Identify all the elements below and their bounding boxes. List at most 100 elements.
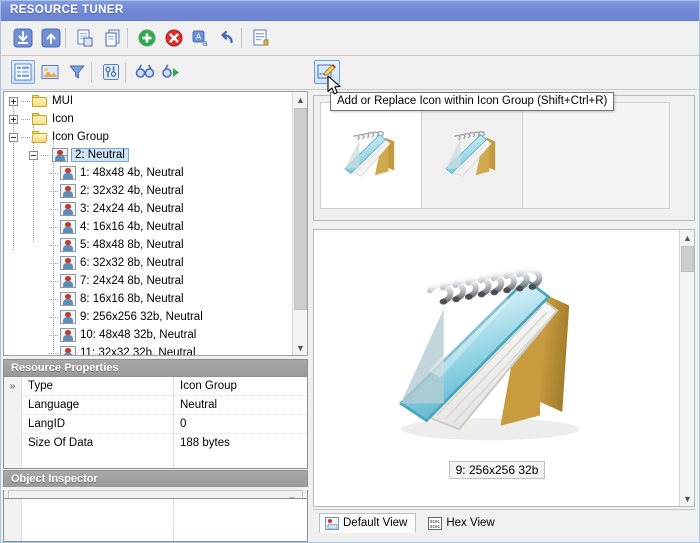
property-key: Size Of Data [22,434,174,453]
icon-item-icon [60,346,76,355]
expander-minus-icon[interactable] [29,150,38,160]
duplicate-resource-icon[interactable] [101,26,125,50]
tree-connector [49,190,58,192]
tree-node-icon-item[interactable]: 2: 32x32 4b, Neutral [4,182,293,200]
property-key: Language [22,395,174,415]
find-icon[interactable] [133,60,157,84]
row-marker [4,434,22,453]
property-row[interactable]: Language Neutral [4,395,307,415]
app-title: RESOURCE TUNER [10,4,124,16]
tree-node-icon-item[interactable]: 4: 16x16 4b, Neutral [4,218,293,236]
tree-node-label: Icon [52,113,74,125]
property-key: Type [22,377,174,396]
tab-default-view[interactable]: Default View [319,513,417,533]
tree-node-mui[interactable]: MUI [4,92,293,110]
tree-connector [21,100,30,102]
list-view-icon[interactable] [11,60,35,84]
property-value: Icon Group [180,379,237,392]
translate-resource-icon[interactable]: A a [189,26,213,50]
expander-minus-icon[interactable] [9,132,18,142]
tree-node-icon-item[interactable]: 8: 16x16 8b, Neutral [4,290,293,308]
grid-value-column [174,499,307,541]
property-row[interactable]: » Type Icon Group [4,377,307,396]
tree-connector [41,154,50,156]
tab-label: Hex View [446,517,495,529]
tree-node-label: 4: 16x16 4b, Neutral [80,221,184,233]
resource-tree[interactable]: MUI Icon Icon Group 2: Neutral 1: 48x48 … [4,92,293,355]
icon-item-icon [60,220,76,234]
scroll-up-icon[interactable]: ▲ [293,92,307,107]
resource-properties-grid[interactable]: » Type Icon Group Language Neutral LangI… [3,376,308,469]
tree-node-label: 8: 16x16 8b, Neutral [80,293,184,305]
row-marker [4,414,22,434]
filter-icon[interactable] [65,60,89,84]
icon-item-icon [60,274,76,288]
grid-key-column [22,499,174,541]
icon-preview-panel[interactable]: 9: 256x256 32b ▲ ▼ [313,229,695,507]
image-view-icon[interactable] [38,60,62,84]
scroll-down-icon[interactable]: ▼ [680,491,694,506]
tree-node-icon-group[interactable]: Icon Group [4,128,293,146]
property-row[interactable]: Size Of Data 188 bytes [4,434,307,453]
add-replace-icon-button[interactable] [314,60,340,84]
save-up-icon[interactable] [39,26,63,50]
options-icon[interactable] [99,60,123,84]
scroll-down-icon[interactable]: ▼ [293,340,307,355]
resource-properties-panel: Resource Properties » Type Icon Group La… [3,359,308,469]
tree-node-icon-item[interactable]: 3: 24x24 4b, Neutral [4,200,293,218]
object-inspector-grid[interactable] [3,498,308,542]
scrollbar-thumb[interactable] [681,246,694,272]
tree-connector [49,172,58,174]
resource-report-icon[interactable] [249,26,273,50]
tree-node-2-neutral[interactable]: 2: Neutral [4,146,293,164]
property-row[interactable]: LangID 0 [4,414,307,434]
undo-icon[interactable] [215,26,239,50]
resource-tree-panel[interactable]: MUI Icon Icon Group 2: Neutral 1: 48x48 … [3,91,308,356]
tree-node-label: 3: 24x24 4b, Neutral [80,203,184,215]
find-next-icon[interactable] [159,60,183,84]
resource-tuner-window: RESOURCE TUNER A a MUI Icon Icon Group 2… [0,0,700,543]
open-save-down-icon[interactable] [11,26,35,50]
secondary-toolbar [1,56,699,90]
tree-node-label: 5: 48x48 8b, Neutral [80,239,184,251]
tree-node-icon-item[interactable]: 1: 48x48 4b, Neutral [4,164,293,182]
svg-text:A: A [196,33,202,42]
thumbnail-list[interactable] [320,102,670,209]
expander-plus-icon[interactable] [9,114,18,124]
tree-vertical-scrollbar[interactable]: ▲ ▼ [292,92,307,355]
tree-node-icon-item[interactable]: 5: 48x48 8b, Neutral [4,236,293,254]
tree-connector [49,226,58,228]
tree-node-icon-item[interactable]: 6: 32x32 8b, Neutral [4,254,293,272]
property-value: 188 bytes [180,437,230,449]
add-resource-icon[interactable] [135,26,159,50]
delete-resource-icon[interactable] [162,26,186,50]
tree-connector [49,280,58,282]
svg-text:0101: 0101 [430,521,441,525]
expander-plus-icon[interactable] [9,96,18,106]
thumbnail-notepad-1[interactable] [321,103,422,208]
icon-group-icon [52,148,68,162]
tree-node-icon-item[interactable]: 9: 256x256 32b, Neutral [4,308,293,326]
main-toolbar: A a [1,21,699,56]
tree-node-icon[interactable]: Icon [4,110,293,128]
scroll-up-icon[interactable]: ▲ [680,230,694,245]
icon-item-icon [60,202,76,216]
thumbnail-notepad-2[interactable] [422,103,523,208]
svg-text:a: a [202,38,207,48]
tab-hex-view[interactable]: 0101 0101 Hex View [422,513,503,533]
tree-node-icon-item[interactable]: 11: 32x32 32b, Neutral [4,344,293,355]
tree-node-label: Icon Group [52,131,109,143]
folder-closed-icon [32,94,48,108]
grid-empty-area [4,453,307,468]
row-marker [4,395,22,415]
icon-thumbnail-strip[interactable] [313,95,695,221]
folder-open-icon [31,130,48,144]
preview-canvas: 9: 256x256 32b [314,230,680,506]
copy-resource-icon[interactable] [73,26,97,50]
preview-vertical-scrollbar[interactable]: ▲ ▼ [679,230,694,506]
tree-node-icon-item[interactable]: 10: 48x48 32b, Neutral [4,326,293,344]
tree-node-icon-item[interactable]: 7: 24x24 8b, Neutral [4,272,293,290]
scrollbar-thumb[interactable] [294,108,307,310]
tree-connector [21,136,30,138]
hex-view-icon: 0101 0101 [428,516,443,530]
